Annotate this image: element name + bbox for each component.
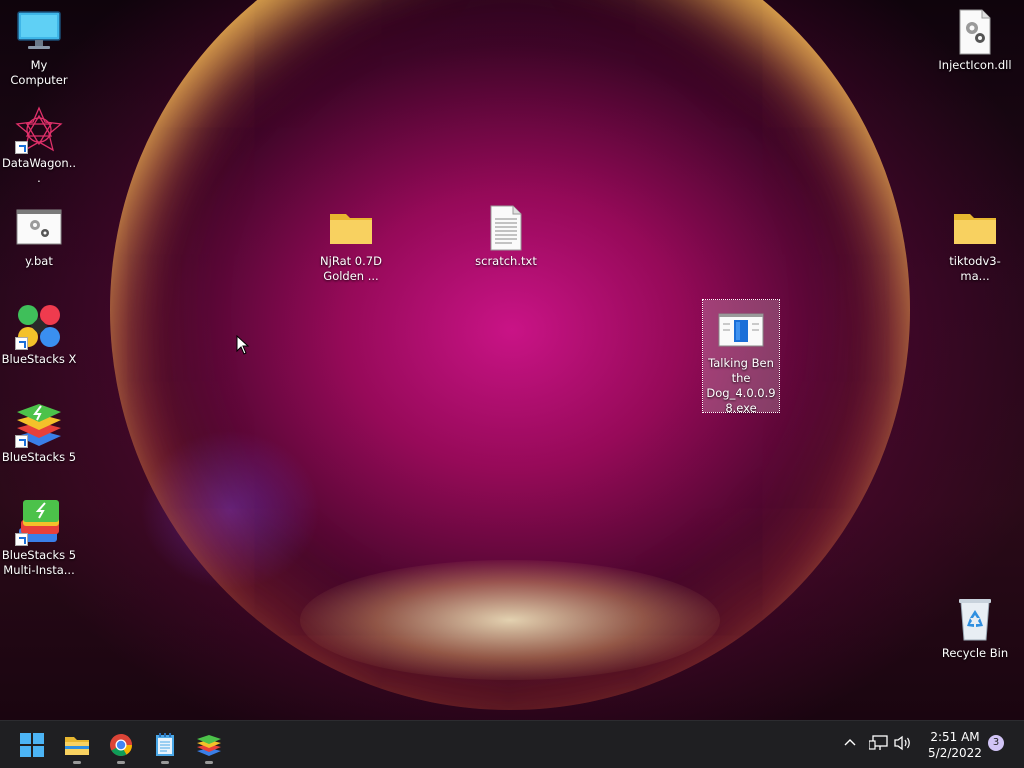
desktop-icon-label: BlueStacks X: [1, 352, 77, 366]
shortcut-arrow-icon: [15, 435, 28, 448]
running-indicator: [205, 761, 213, 764]
desktop-wallpaper[interactable]: [0, 0, 1024, 720]
desktop-icon-bluestacks-5-multi[interactable]: BlueStacks 5 Multi-Insta...: [1, 498, 77, 578]
network-icon: [868, 735, 888, 750]
recycle-bin-icon: [951, 596, 999, 644]
desktop-icon-label: DataWagon...: [1, 156, 77, 185]
taskbar-file-explorer[interactable]: [60, 728, 94, 764]
desktop-icon-label: NjRat 0.7D Golden ...: [320, 254, 382, 283]
monitor-icon: [15, 8, 63, 56]
volume-button[interactable]: [893, 735, 913, 755]
speaker-icon: [894, 735, 910, 751]
desktop-icon-label: InjectIcon.dll: [938, 58, 1012, 72]
desktop-icon-scratch[interactable]: scratch.txt: [468, 204, 544, 269]
desktop-icon-label: tiktodv3-ma...: [949, 254, 1001, 283]
running-indicator: [73, 761, 81, 764]
desktop-icon-talking-ben[interactable]: Talking Ben the Dog_4.0.0.98.exe: [702, 299, 780, 415]
desktop-icon-tiktod[interactable]: tiktodv3-ma...: [937, 204, 1013, 284]
taskbar: 2:51 AM 5/2/2022: [0, 720, 1024, 768]
desktop-icon-recycle-bin[interactable]: Recycle Bin: [937, 596, 1013, 661]
taskbar-chrome[interactable]: [104, 728, 138, 764]
desktop-icon-label: Talking Ben the Dog_4.0.0.98.exe: [706, 356, 776, 415]
executable-icon: [717, 306, 765, 354]
desktop-icon-injecticon[interactable]: InjectIcon.dll: [937, 8, 1013, 73]
bluestacks-x-icon: [15, 302, 63, 350]
desktop-icon-ybat[interactable]: y.bat: [1, 204, 77, 269]
dll-file-icon: [951, 8, 999, 56]
notification-badge[interactable]: 3: [988, 735, 1004, 751]
chevron-up-icon: [844, 739, 856, 746]
desktop-icon-label: scratch.txt: [475, 254, 537, 268]
desktop-icon-datawagon[interactable]: DataWagon...: [1, 106, 77, 186]
desktop-icon-label: My Computer: [10, 58, 68, 87]
bluestacks-multi-instance-icon: [15, 498, 63, 546]
file-explorer-icon: [65, 737, 89, 755]
desktop-icon-label: BlueStacks 5: [1, 450, 77, 464]
network-button[interactable]: [868, 735, 889, 755]
windows-logo-icon: [20, 733, 44, 757]
wallpaper-glow-bottom: [300, 560, 720, 680]
folder-icon: [327, 204, 375, 252]
datawagon-logo-icon: [15, 106, 63, 154]
desktop-icon-my-computer[interactable]: My Computer: [1, 8, 77, 88]
chrome-icon: [110, 734, 132, 756]
folder-icon: [951, 204, 999, 252]
desktop-icon-label: BlueStacks 5 Multi-Insta...: [1, 548, 77, 577]
desktop-icon-label: y.bat: [25, 254, 53, 268]
desktop-icon-bluestacks-x[interactable]: BlueStacks X: [1, 302, 77, 367]
taskbar-bluestacks[interactable]: [192, 728, 226, 764]
running-indicator: [161, 761, 169, 764]
desktop-icon-label: Recycle Bin: [941, 646, 1009, 660]
shortcut-arrow-icon: [15, 141, 28, 154]
clock-time: 2:51 AM: [930, 730, 980, 744]
shortcut-arrow-icon: [15, 337, 28, 350]
show-hidden-icons-button[interactable]: [843, 735, 857, 753]
taskbar-notepad[interactable]: [148, 728, 182, 764]
shortcut-arrow-icon: [15, 533, 28, 546]
notepad-icon: [156, 733, 174, 756]
bluestacks-5-icon: [15, 400, 63, 448]
bluestacks-icon: [197, 735, 221, 756]
running-indicator: [117, 761, 125, 764]
desktop-icon-njrat[interactable]: NjRat 0.7D Golden ...: [313, 204, 389, 284]
start-button[interactable]: [15, 728, 49, 762]
text-document-icon: [482, 204, 530, 252]
taskbar-clock[interactable]: 2:51 AM 5/2/2022: [918, 729, 992, 761]
desktop-icon-bluestacks-5[interactable]: BlueStacks 5: [1, 400, 77, 465]
clock-date: 5/2/2022: [928, 746, 982, 760]
mouse-cursor-icon: [236, 334, 250, 359]
batch-file-icon: [15, 204, 63, 252]
